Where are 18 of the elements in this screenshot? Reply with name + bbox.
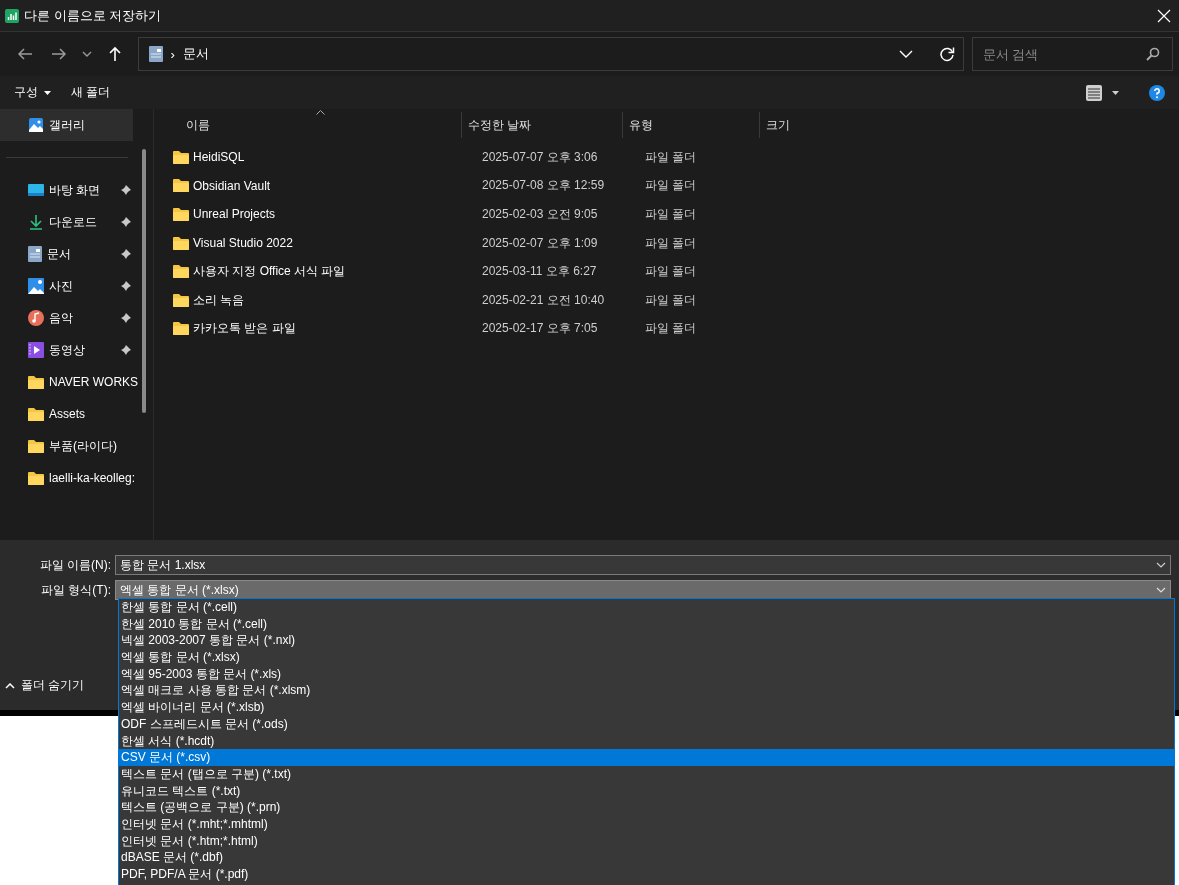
- modified-date: 2025-02-03 오전 9:05: [481, 206, 599, 223]
- file-type: 파일 폴더: [644, 263, 698, 281]
- breadcrumb-separator: ›: [170, 46, 175, 62]
- field-label: 파일 이름(N):: [38, 556, 112, 574]
- field-label: 파일 형식(T):: [40, 581, 112, 599]
- window-title: 다른 이름으로 저장하기: [24, 6, 163, 25]
- file-type: 파일 폴더: [644, 291, 698, 309]
- modified-date: 2025-07-08 오후 12:59: [481, 177, 606, 195]
- modified-date: 2025-07-07 오후 3:06: [481, 148, 599, 166]
- modified-date: 2025-02-07 오후 1:09: [481, 234, 599, 252]
- file-type: 파일 폴더: [644, 148, 698, 166]
- file-type: 파일 폴더: [644, 206, 698, 223]
- modified-date: 2025-03-11 오후 6:27: [481, 263, 598, 281]
- file-type: 파일 폴더: [644, 234, 698, 252]
- file-type: 파일 폴더: [644, 320, 698, 338]
- modified-date: 2025-02-21 오전 10:40: [481, 291, 606, 309]
- modified-date: 2025-02-17 오후 7:05: [481, 320, 599, 338]
- file-type: 파일 폴더: [644, 177, 698, 195]
